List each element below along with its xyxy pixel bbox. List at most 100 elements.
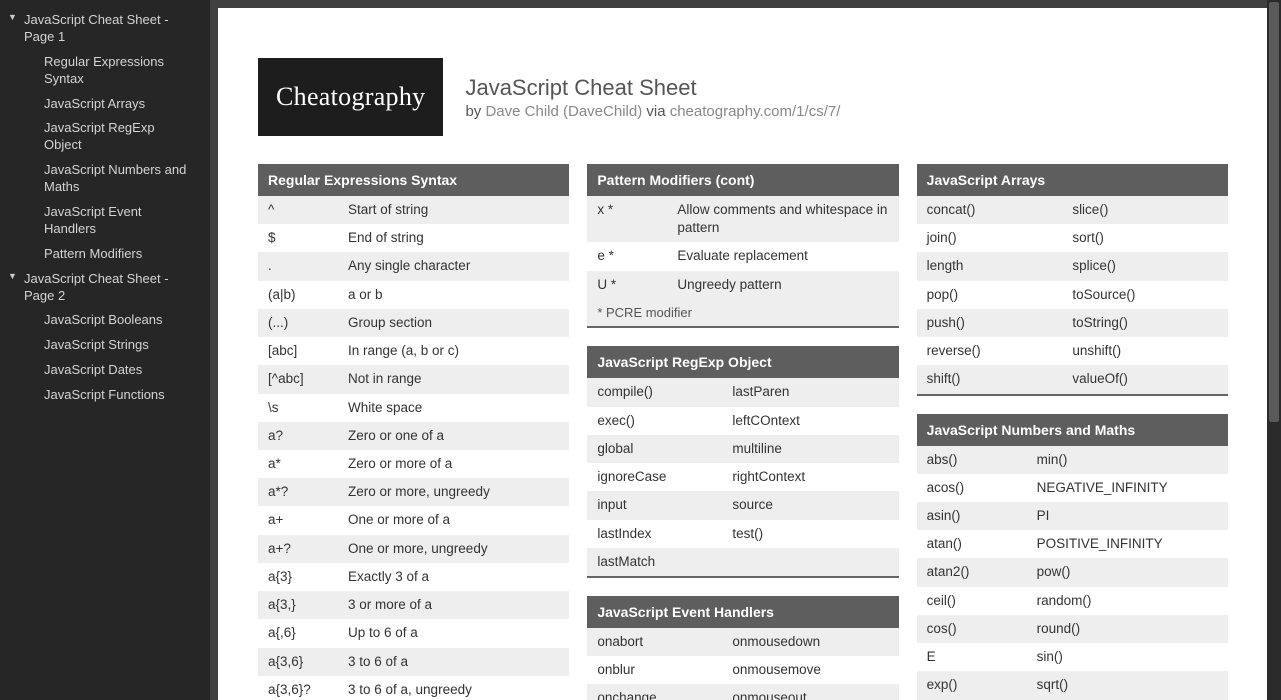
table-row: lastIndextest() <box>587 520 898 548</box>
cell: global <box>597 440 732 458</box>
cell: source <box>732 496 888 514</box>
table-note: * PCRE modifier <box>587 299 898 327</box>
outline-page-title: JavaScript Cheat Sheet - Page 2 <box>24 271 200 305</box>
cell: atan2() <box>927 563 1037 581</box>
scrollbar-thumb[interactable] <box>1269 2 1279 422</box>
document-viewer[interactable]: Cheatography JavaScript Cheat Sheet by D… <box>210 0 1267 700</box>
outline-item-label: JavaScript Arrays <box>44 96 200 113</box>
card-numbers: JavaScript Numbers and Maths abs()min()a… <box>917 414 1228 700</box>
table-row: onabortonmousedown <box>587 628 898 656</box>
table-row: shift()valueOf() <box>917 365 1228 393</box>
card-header: JavaScript RegExp Object <box>587 346 898 378</box>
cell: Allow comments and whitespace in pattern <box>677 201 888 237</box>
table-row: a?Zero or one of a <box>258 422 569 450</box>
card-header: JavaScript Event Handlers <box>587 596 898 628</box>
cell: Any single character <box>348 257 559 275</box>
table-row: a+One or more of a <box>258 506 569 534</box>
table-row: a*?Zero or more, ungreedy <box>258 478 569 506</box>
outline-item[interactable]: JavaScript Event Handlers <box>0 200 210 242</box>
table-row: a{,6}Up to 6 of a <box>258 619 569 647</box>
cell: push() <box>927 314 1073 332</box>
source-link[interactable]: cheatography.com/1/cs/7/ <box>670 103 841 120</box>
outline-page[interactable]: ▼JavaScript Cheat Sheet - Page 1 <box>0 8 210 50</box>
table-row: [abc]In range (a, b or c) <box>258 337 569 365</box>
outline-item-label: JavaScript Event Handlers <box>44 204 200 238</box>
outline-item[interactable]: JavaScript Booleans <box>0 308 210 333</box>
outline-item[interactable]: Pattern Modifiers <box>0 242 210 267</box>
outline-item[interactable]: JavaScript RegExp Object <box>0 116 210 158</box>
table-row: a*Zero or more of a <box>258 450 569 478</box>
outline-item[interactable]: JavaScript Arrays <box>0 92 210 117</box>
table-row: x *Allow comments and whitespace in patt… <box>587 196 898 242</box>
cell: sort() <box>1072 229 1218 247</box>
cell: test() <box>732 525 888 543</box>
cell: 3 to 6 of a, ungreedy <box>348 681 559 699</box>
outline-item[interactable]: JavaScript Numbers and Maths <box>0 158 210 200</box>
cell: abs() <box>927 451 1037 469</box>
cell: a{3,} <box>268 596 348 614</box>
cell: unshift() <box>1072 342 1218 360</box>
table-row: a{3,}3 or more of a <box>258 591 569 619</box>
cell: a? <box>268 427 348 445</box>
cell: pow() <box>1037 563 1218 581</box>
table-row: inputsource <box>587 491 898 519</box>
card-regex-syntax: Regular Expressions Syntax ^Start of str… <box>258 164 569 700</box>
table-row: asin()PI <box>917 502 1228 530</box>
cell: a{3,6}? <box>268 681 348 699</box>
cell: Group section <box>348 314 559 332</box>
table-row: atan2()pow() <box>917 558 1228 586</box>
author-link[interactable]: Dave Child (DaveChild) <box>485 103 642 120</box>
outline-item-label: JavaScript RegExp Object <box>44 120 200 154</box>
outline-item[interactable]: Regular Expressions Syntax <box>0 50 210 92</box>
cell: lastIndex <box>597 525 732 543</box>
cell: a* <box>268 455 348 473</box>
cell: exp() <box>927 676 1037 694</box>
cell: [abc] <box>268 342 348 360</box>
outline-sidebar[interactable]: ▼JavaScript Cheat Sheet - Page 1Regular … <box>0 0 210 700</box>
cell: In range (a, b or c) <box>348 342 559 360</box>
cell: shift() <box>927 370 1073 388</box>
outline-page[interactable]: ▼JavaScript Cheat Sheet - Page 2 <box>0 267 210 309</box>
cell: x * <box>597 201 677 219</box>
outline-item-label: JavaScript Dates <box>44 362 200 379</box>
table-row: a{3,6}?3 to 6 of a, ungreedy <box>258 676 569 700</box>
table-row: lengthsplice() <box>917 252 1228 280</box>
outline-item[interactable]: JavaScript Dates <box>0 358 210 383</box>
outline-item[interactable]: JavaScript Functions <box>0 383 210 408</box>
table-row: a+?One or more, ungreedy <box>258 535 569 563</box>
cell: atan() <box>927 535 1037 553</box>
cell: One or more of a <box>348 511 559 529</box>
outline-item-label: JavaScript Strings <box>44 337 200 354</box>
card-header: Regular Expressions Syntax <box>258 164 569 196</box>
table-row: lastMatch <box>587 548 898 576</box>
outline-item[interactable]: JavaScript Strings <box>0 333 210 358</box>
cell: Start of string <box>348 201 559 219</box>
cell: a{3,6} <box>268 653 348 671</box>
table-row: push()toString() <box>917 309 1228 337</box>
page: Cheatography JavaScript Cheat Sheet by D… <box>218 8 1267 700</box>
cell: exec() <box>597 412 732 430</box>
table-row: .Any single character <box>258 252 569 280</box>
col-2: Pattern Modifiers (cont) x *Allow commen… <box>587 164 898 700</box>
card-pattern-modifiers: Pattern Modifiers (cont) x *Allow commen… <box>587 164 898 328</box>
chevron-down-icon: ▼ <box>8 12 18 24</box>
cell: a*? <box>268 483 348 501</box>
cell: e * <box>597 247 677 265</box>
table-row: atan()POSITIVE_INFINITY <box>917 530 1228 558</box>
header: Cheatography JavaScript Cheat Sheet by D… <box>258 58 1228 136</box>
cell: cos() <box>927 620 1037 638</box>
cell: a{3} <box>268 568 348 586</box>
cell: White space <box>348 399 559 417</box>
cell: E <box>927 648 1037 666</box>
table-row: onchangeonmouseout <box>587 684 898 700</box>
cell: (...) <box>268 314 348 332</box>
cell: [^abc] <box>268 370 348 388</box>
table-row: $End of string <box>258 224 569 252</box>
cell: \s <box>268 399 348 417</box>
cell: (a|b) <box>268 286 348 304</box>
table-row: pop()toSource() <box>917 281 1228 309</box>
cell: Zero or more of a <box>348 455 559 473</box>
vertical-scrollbar[interactable] <box>1267 0 1281 700</box>
table-row: ceil()random() <box>917 587 1228 615</box>
cell: asin() <box>927 507 1037 525</box>
